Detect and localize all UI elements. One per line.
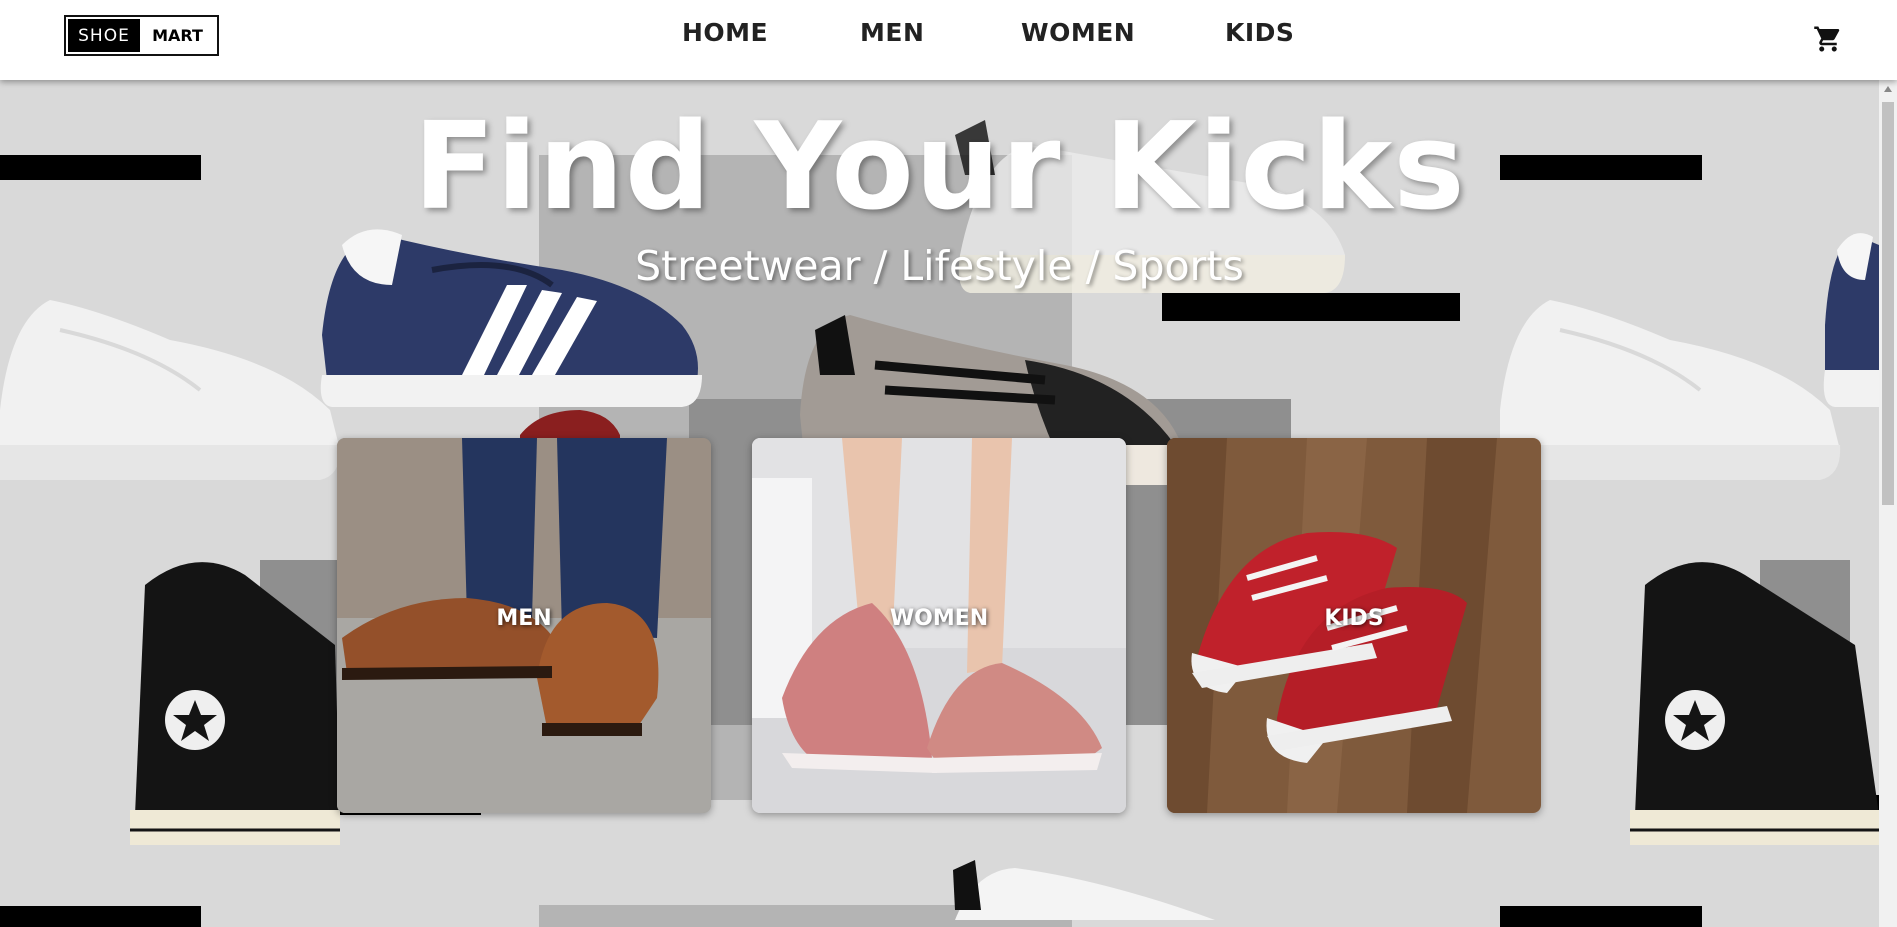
page-scrollbar[interactable] xyxy=(1879,80,1897,927)
nav-home[interactable]: HOME xyxy=(682,18,768,47)
converse-right-image xyxy=(1630,562,1879,845)
category-label-men: MEN xyxy=(496,606,552,631)
cart-icon[interactable] xyxy=(1813,24,1843,54)
nav-kids[interactable]: KIDS xyxy=(1225,18,1294,47)
category-card-women[interactable]: WOMEN xyxy=(752,438,1126,813)
category-card-men[interactable]: MEN xyxy=(337,438,711,813)
white-sneaker-bottom-image xyxy=(953,860,1215,920)
hero-subtitle: Streetwear / Lifestyle / Sports xyxy=(635,242,1244,290)
black-bar xyxy=(1500,906,1702,927)
category-label-kids: KIDS xyxy=(1324,606,1384,631)
white-sneaker-left-image xyxy=(0,300,341,480)
main-nav: HOME MEN WOMEN KIDS xyxy=(0,18,1897,58)
category-label-women: WOMEN xyxy=(889,606,989,631)
nav-women[interactable]: WOMEN xyxy=(1021,18,1135,47)
white-sneaker-right-image xyxy=(1500,300,1841,480)
nav-men[interactable]: MEN xyxy=(860,18,924,47)
scroll-thumb[interactable] xyxy=(1882,102,1894,505)
scroll-up-arrow-icon[interactable] xyxy=(1884,86,1892,92)
page: SHOE MART HOME MEN WOMEN KIDS Find Your … xyxy=(0,0,1897,927)
site-header: SHOE MART HOME MEN WOMEN KIDS xyxy=(0,0,1897,80)
converse-left-image xyxy=(130,562,340,845)
hero-title: Find Your Kicks xyxy=(413,98,1466,237)
black-bar xyxy=(0,906,201,927)
category-card-kids[interactable]: KIDS xyxy=(1167,438,1541,813)
